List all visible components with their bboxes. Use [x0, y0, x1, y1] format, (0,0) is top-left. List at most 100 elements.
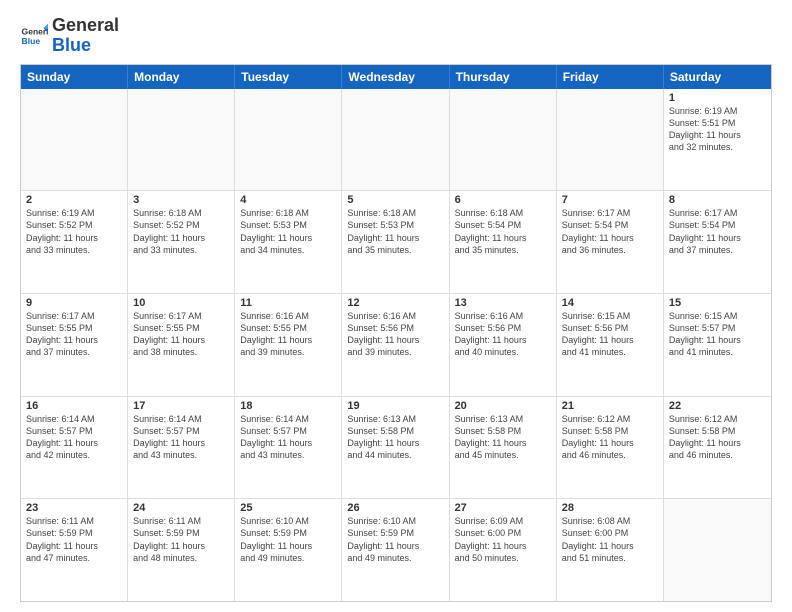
- day-info: Sunrise: 6:15 AM Sunset: 5:57 PM Dayligh…: [669, 310, 766, 359]
- day-number: 12: [347, 297, 443, 309]
- day-cell-16: 16Sunrise: 6:14 AM Sunset: 5:57 PM Dayli…: [21, 397, 128, 499]
- weekday-header-tuesday: Tuesday: [235, 65, 342, 89]
- calendar-header: SundayMondayTuesdayWednesdayThursdayFrid…: [21, 65, 771, 89]
- day-info: Sunrise: 6:19 AM Sunset: 5:52 PM Dayligh…: [26, 207, 122, 256]
- calendar: SundayMondayTuesdayWednesdayThursdayFrid…: [20, 64, 772, 602]
- day-info: Sunrise: 6:18 AM Sunset: 5:53 PM Dayligh…: [240, 207, 336, 256]
- day-number: 8: [669, 194, 766, 206]
- day-info: Sunrise: 6:09 AM Sunset: 6:00 PM Dayligh…: [455, 515, 551, 564]
- day-number: 14: [562, 297, 658, 309]
- day-number: 6: [455, 194, 551, 206]
- day-info: Sunrise: 6:14 AM Sunset: 5:57 PM Dayligh…: [133, 413, 229, 462]
- day-info: Sunrise: 6:18 AM Sunset: 5:54 PM Dayligh…: [455, 207, 551, 256]
- day-info: Sunrise: 6:16 AM Sunset: 5:56 PM Dayligh…: [455, 310, 551, 359]
- day-info: Sunrise: 6:16 AM Sunset: 5:56 PM Dayligh…: [347, 310, 443, 359]
- day-cell-17: 17Sunrise: 6:14 AM Sunset: 5:57 PM Dayli…: [128, 397, 235, 499]
- day-info: Sunrise: 6:16 AM Sunset: 5:55 PM Dayligh…: [240, 310, 336, 359]
- day-number: 2: [26, 194, 122, 206]
- empty-cell-0-2: [235, 89, 342, 191]
- calendar-row-1: 2Sunrise: 6:19 AM Sunset: 5:52 PM Daylig…: [21, 191, 771, 294]
- day-info: Sunrise: 6:18 AM Sunset: 5:53 PM Dayligh…: [347, 207, 443, 256]
- day-cell-6: 6Sunrise: 6:18 AM Sunset: 5:54 PM Daylig…: [450, 191, 557, 293]
- day-info: Sunrise: 6:10 AM Sunset: 5:59 PM Dayligh…: [347, 515, 443, 564]
- day-info: Sunrise: 6:12 AM Sunset: 5:58 PM Dayligh…: [562, 413, 658, 462]
- day-number: 5: [347, 194, 443, 206]
- weekday-header-friday: Friday: [557, 65, 664, 89]
- day-number: 10: [133, 297, 229, 309]
- day-number: 24: [133, 502, 229, 514]
- day-number: 13: [455, 297, 551, 309]
- day-number: 7: [562, 194, 658, 206]
- day-number: 3: [133, 194, 229, 206]
- day-info: Sunrise: 6:13 AM Sunset: 5:58 PM Dayligh…: [455, 413, 551, 462]
- logo-general: General: [52, 15, 119, 35]
- day-number: 26: [347, 502, 443, 514]
- day-number: 20: [455, 400, 551, 412]
- day-cell-9: 9Sunrise: 6:17 AM Sunset: 5:55 PM Daylig…: [21, 294, 128, 396]
- day-info: Sunrise: 6:11 AM Sunset: 5:59 PM Dayligh…: [133, 515, 229, 564]
- day-number: 17: [133, 400, 229, 412]
- day-info: Sunrise: 6:13 AM Sunset: 5:58 PM Dayligh…: [347, 413, 443, 462]
- day-number: 9: [26, 297, 122, 309]
- day-number: 19: [347, 400, 443, 412]
- logo: General Blue General Blue: [20, 16, 119, 56]
- day-cell-14: 14Sunrise: 6:15 AM Sunset: 5:56 PM Dayli…: [557, 294, 664, 396]
- day-info: Sunrise: 6:12 AM Sunset: 5:58 PM Dayligh…: [669, 413, 766, 462]
- day-info: Sunrise: 6:08 AM Sunset: 6:00 PM Dayligh…: [562, 515, 658, 564]
- weekday-header-wednesday: Wednesday: [342, 65, 449, 89]
- calendar-row-0: 1Sunrise: 6:19 AM Sunset: 5:51 PM Daylig…: [21, 89, 771, 192]
- day-info: Sunrise: 6:11 AM Sunset: 5:59 PM Dayligh…: [26, 515, 122, 564]
- calendar-row-3: 16 Sunrise: 6:14 AM Sunset: 5:57 PM Dayli…: [21, 397, 771, 500]
- day-info: Sunrise: 6:18 AM Sunset: 5:52 PM Dayligh…: [133, 207, 229, 256]
- day-info: Sunrise: 6:10 AM Sunset: 5:59 PM Dayligh…: [240, 515, 336, 564]
- weekday-header-monday: Monday: [128, 65, 235, 89]
- day-cell-7: 7Sunrise: 6:17 AM Sunset: 5:54 PM Daylig…: [557, 191, 664, 293]
- empty-cell-0-0: [21, 89, 128, 191]
- weekday-header-saturday: Saturday: [664, 65, 771, 89]
- header: General Blue General Blue: [20, 16, 772, 56]
- calendar-body: 1Sunrise: 6:19 AM Sunset: 5:51 PM Daylig…: [21, 89, 771, 601]
- day-cell-10: 10Sunrise: 6:17 AM Sunset: 5:55 PM Dayli…: [128, 294, 235, 396]
- day-cell-25: 25Sunrise: 6:10 AM Sunset: 5:59 PM Dayli…: [235, 499, 342, 601]
- day-info: Sunrise: 6:17 AM Sunset: 5:54 PM Dayligh…: [562, 207, 658, 256]
- day-number: 28: [562, 502, 658, 514]
- weekday-header-sunday: Sunday: [21, 65, 128, 89]
- day-number: 21: [562, 400, 658, 412]
- day-cell-22: 22Sunrise: 6:12 AM Sunset: 5:58 PM Dayli…: [664, 397, 771, 499]
- day-info: Sunrise: 6:17 AM Sunset: 5:54 PM Dayligh…: [669, 207, 766, 256]
- empty-cell-0-5: [557, 89, 664, 191]
- day-cell-15: 15Sunrise: 6:15 AM Sunset: 5:57 PM Dayli…: [664, 294, 771, 396]
- day-number: 16: [26, 400, 122, 412]
- day-cell-13: 13Sunrise: 6:16 AM Sunset: 5:56 PM Dayli…: [450, 294, 557, 396]
- day-number: 15: [669, 297, 766, 309]
- day-cell-3: 3Sunrise: 6:18 AM Sunset: 5:52 PM Daylig…: [128, 191, 235, 293]
- empty-cell-0-3: [342, 89, 449, 191]
- svg-text:Blue: Blue: [22, 36, 41, 46]
- day-number: 27: [455, 502, 551, 514]
- empty-cell-0-4: [450, 89, 557, 191]
- day-info: Sunrise: 6:19 AM Sunset: 5:51 PM Dayligh…: [669, 105, 766, 154]
- logo-text: General Blue: [52, 16, 119, 56]
- day-number: 4: [240, 194, 336, 206]
- day-info: Sunrise: 6:17 AM Sunset: 5:55 PM Dayligh…: [26, 310, 122, 359]
- empty-cell-4-6: [664, 499, 771, 601]
- day-number: 18: [240, 400, 336, 412]
- day-cell-26: 26Sunrise: 6:10 AM Sunset: 5:59 PM Dayli…: [342, 499, 449, 601]
- day-number: 25: [240, 502, 336, 514]
- day-number: 1: [669, 92, 766, 104]
- weekday-header-thursday: Thursday: [450, 65, 557, 89]
- day-info: Sunrise: 6:14 AM Sunset: 5:57 PM Dayligh…: [240, 413, 336, 462]
- day-cell-2: 2Sunrise: 6:19 AM Sunset: 5:52 PM Daylig…: [21, 191, 128, 293]
- day-info: Sunrise: 6:15 AM Sunset: 5:56 PM Dayligh…: [562, 310, 658, 359]
- page: General Blue General Blue SundayMondayTu…: [0, 0, 792, 612]
- day-cell-19: 19Sunrise: 6:13 AM Sunset: 5:58 PM Dayli…: [342, 397, 449, 499]
- empty-cell-0-1: [128, 89, 235, 191]
- day-number: 11: [240, 297, 336, 309]
- calendar-row-4: 23Sunrise: 6:11 AM Sunset: 5:59 PM Dayli…: [21, 499, 771, 601]
- day-cell-11: 11Sunrise: 6:16 AM Sunset: 5:55 PM Dayli…: [235, 294, 342, 396]
- logo-icon: General Blue: [20, 22, 48, 50]
- day-cell-27: 27Sunrise: 6:09 AM Sunset: 6:00 PM Dayli…: [450, 499, 557, 601]
- day-cell-18: 18Sunrise: 6:14 AM Sunset: 5:57 PM Dayli…: [235, 397, 342, 499]
- logo-blue: Blue: [52, 35, 91, 55]
- day-number: 23: [26, 502, 122, 514]
